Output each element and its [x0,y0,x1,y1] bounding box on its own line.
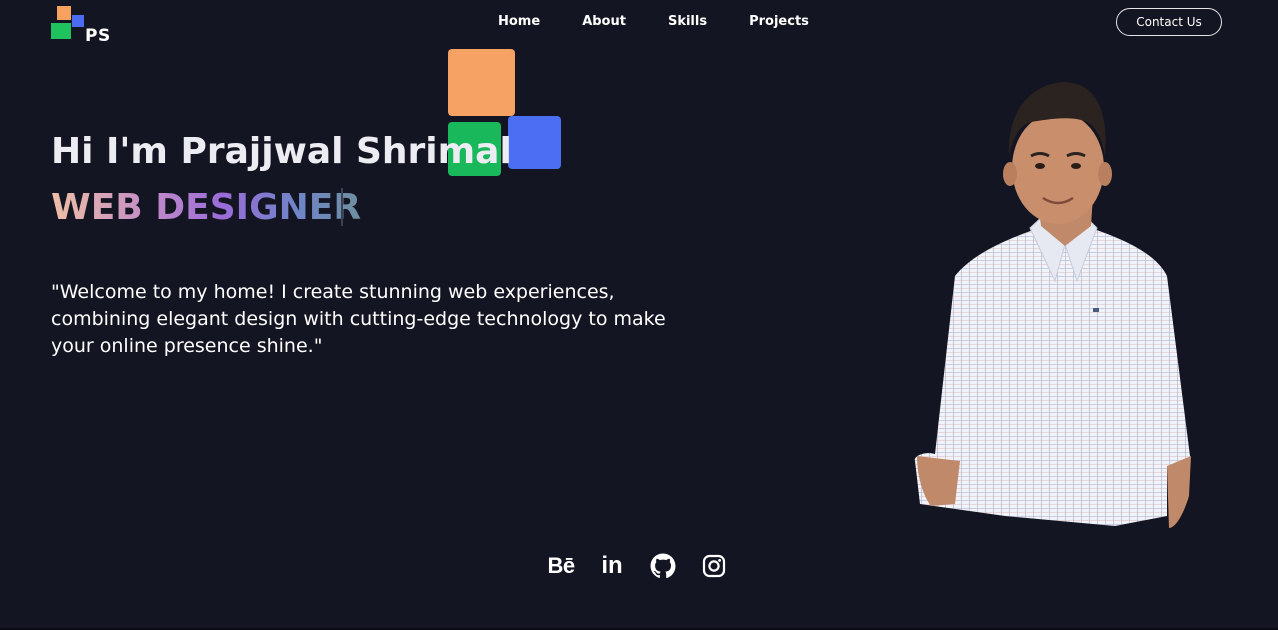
profile-photo [914,82,1191,528]
github-icon[interactable] [649,552,677,580]
linkedin-label: in [601,552,623,579]
logo-blue-square [72,15,84,27]
linkedin-icon[interactable]: in [598,552,626,580]
contact-us-button[interactable]: Contact Us [1116,8,1222,36]
hero-role-typewriter: WEB DESIGNER [51,184,361,232]
nav-about-link[interactable]: About [582,14,626,30]
decor-blue-square [508,116,561,169]
decor-orange-square [448,49,515,116]
github-glyph [650,553,676,578]
typing-cursor [341,188,343,226]
main-nav: Home About Skills Projects [498,14,809,30]
logo-orange-square [57,6,71,20]
social-links: Bē in [547,552,728,580]
behance-icon[interactable]: Bē [547,552,575,580]
logo-text: PS [85,26,111,46]
instagram-glyph [702,554,726,578]
nav-projects-link[interactable]: Projects [749,14,809,30]
logo-green-square [51,23,71,39]
nav-home-link[interactable]: Home [498,14,540,30]
site-logo[interactable]: PS [51,6,111,48]
nav-skills-link[interactable]: Skills [668,14,707,30]
behance-label: Bē [547,553,575,578]
instagram-icon[interactable] [700,552,728,580]
hero-title: Hi I'm Prajjwal Shrimal [51,131,512,172]
hero-description: "Welcome to my home! I create stunning w… [51,281,666,357]
